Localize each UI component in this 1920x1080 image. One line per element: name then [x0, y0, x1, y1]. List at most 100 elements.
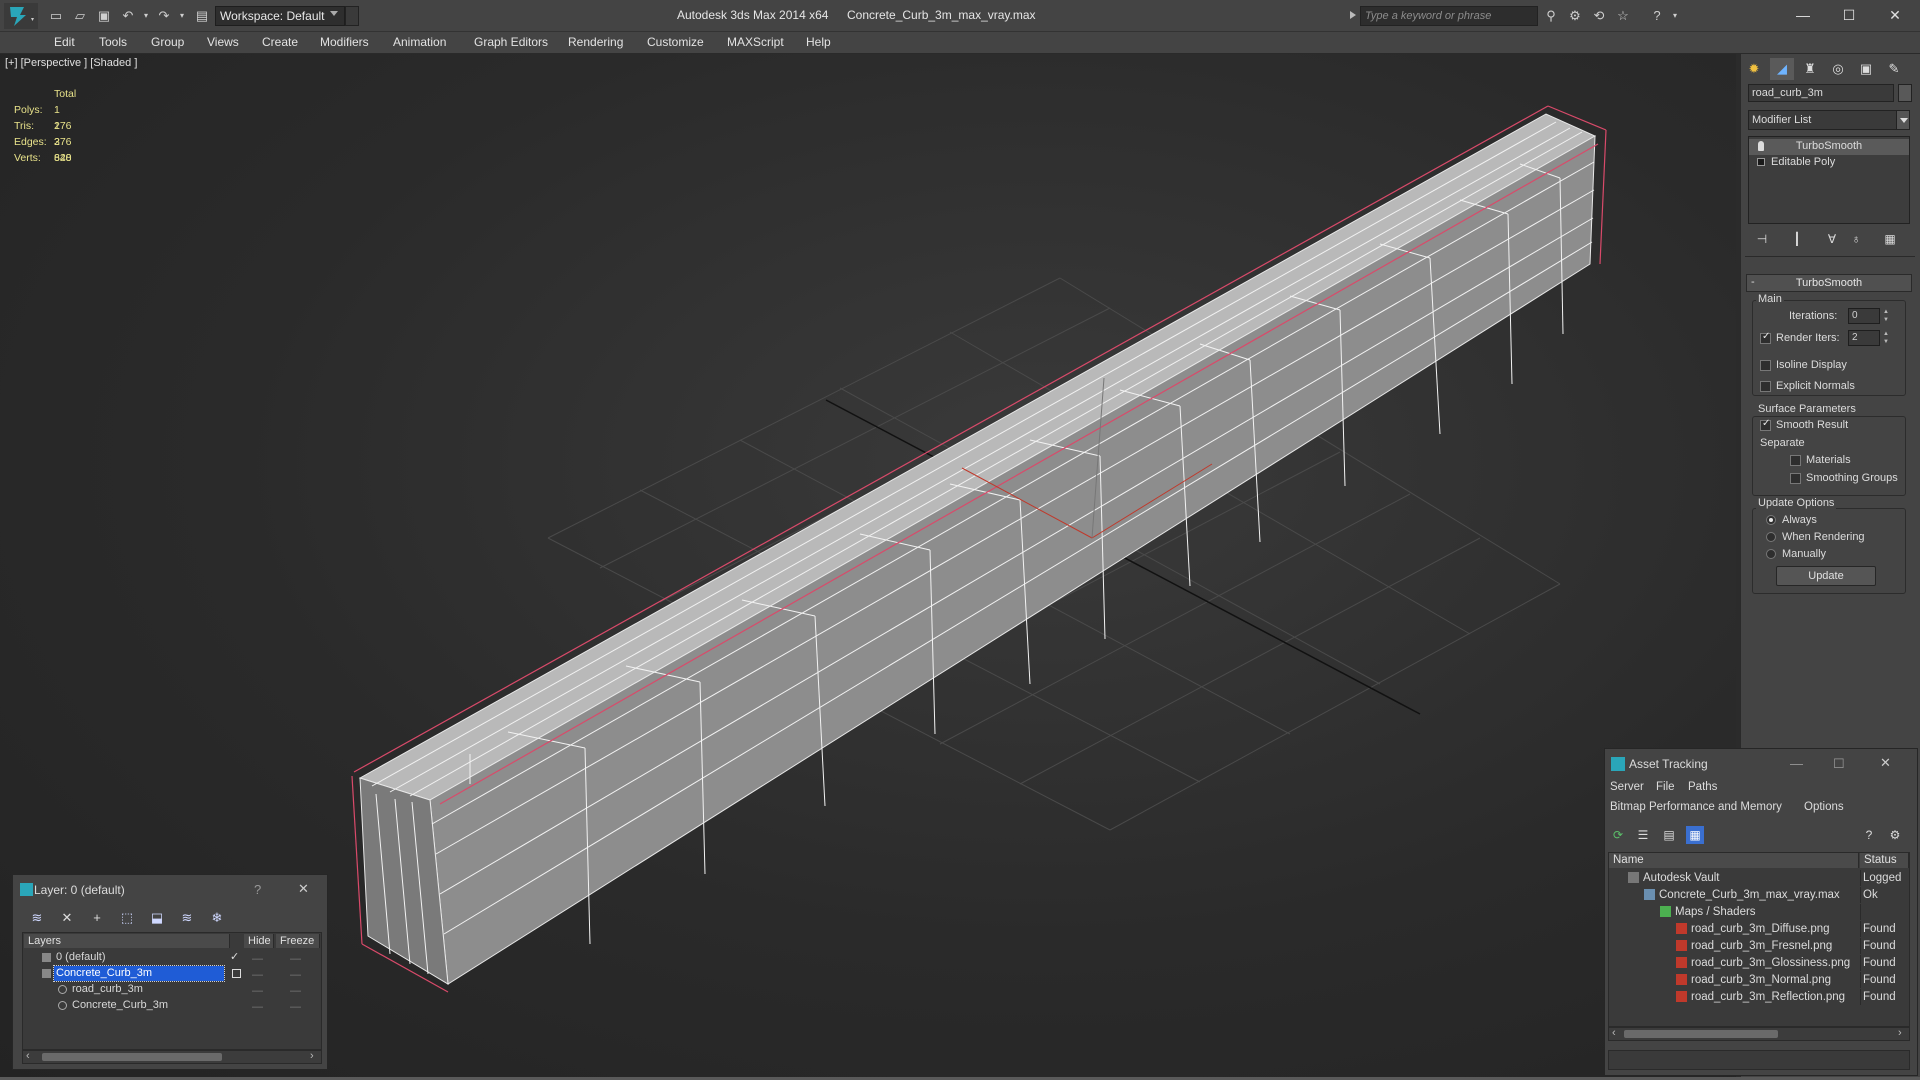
- update-manually-radio[interactable]: [1766, 549, 1776, 559]
- set-current-box[interactable]: [232, 969, 241, 978]
- scroll-left-icon[interactable]: ‹: [1612, 1027, 1616, 1039]
- column-header-name[interactable]: Name: [1609, 853, 1859, 868]
- menu-animation[interactable]: Animation: [393, 35, 446, 49]
- close-icon[interactable]: ✕: [298, 881, 309, 897]
- menu-bitmap-performance[interactable]: Bitmap Performance and Memory: [1610, 801, 1782, 813]
- menu-tools[interactable]: Tools: [99, 35, 127, 49]
- layer-row[interactable]: Concrete_Curb_3m — —: [24, 965, 320, 983]
- help-dropdown-icon[interactable]: ▾: [1666, 7, 1684, 25]
- table-view-icon[interactable]: ▦: [1686, 826, 1704, 844]
- menu-maxscript[interactable]: MAXScript: [727, 35, 784, 49]
- column-header-status[interactable]: Status: [1860, 853, 1909, 868]
- spinner-arrows-icon[interactable]: ▲ ▼: [1882, 330, 1890, 346]
- layer-row[interactable]: road_curb_3m — —: [24, 982, 320, 997]
- asset-row[interactable]: Concrete_Curb_3m_max_vray.max: [1644, 887, 1840, 903]
- menu-create[interactable]: Create: [262, 35, 298, 49]
- redo-dropdown-icon[interactable]: ▾: [174, 8, 190, 24]
- highlight-selected-layer-icon[interactable]: ⬓: [148, 909, 166, 927]
- remove-modifier-icon[interactable]: ♁: [1846, 230, 1866, 248]
- update-when-rendering-radio[interactable]: [1766, 532, 1776, 542]
- minimize-icon[interactable]: —: [1790, 756, 1803, 771]
- menu-edit[interactable]: Edit: [54, 35, 75, 49]
- hide-toggle[interactable]: —: [252, 984, 263, 999]
- configure-sets-icon[interactable]: ▦: [1880, 230, 1900, 248]
- search-tools-icon[interactable]: ⚙: [1566, 7, 1584, 25]
- column-header-hide[interactable]: Hide: [244, 934, 274, 948]
- render-iters-checkbox[interactable]: [1760, 331, 1771, 344]
- hide-toggle[interactable]: —: [252, 952, 263, 967]
- smoothing-groups-checkbox[interactable]: [1790, 473, 1801, 484]
- freeze-toggle[interactable]: —: [290, 952, 301, 967]
- hierarchy-tab-icon[interactable]: ♜: [1798, 58, 1822, 80]
- workspace-dropdown[interactable]: Workspace: Default: [215, 6, 345, 26]
- expand-icon[interactable]: [1757, 158, 1765, 166]
- project-folder-icon[interactable]: ▤: [194, 8, 210, 24]
- smooth-result-checkbox[interactable]: [1760, 418, 1771, 431]
- spinner-arrows-icon[interactable]: ▲ ▼: [1882, 308, 1890, 324]
- asset-row[interactable]: road_curb_3m_Diffuse.png: [1676, 921, 1830, 937]
- close-icon[interactable]: ✕: [1880, 755, 1891, 771]
- asset-row[interactable]: road_curb_3m_Fresnel.png: [1676, 938, 1832, 954]
- modify-tab-icon[interactable]: ◢: [1770, 58, 1794, 80]
- asset-row[interactable]: Autodesk Vault: [1628, 870, 1720, 886]
- column-header-layers[interactable]: Layers: [24, 934, 230, 948]
- delete-layer-icon[interactable]: ✕: [58, 909, 76, 927]
- asset-row[interactable]: Maps / Shaders: [1660, 904, 1756, 920]
- scroll-right-icon[interactable]: ›: [310, 1050, 314, 1062]
- collapse-icon[interactable]: -: [1751, 276, 1755, 288]
- add-to-layer-icon[interactable]: +: [88, 909, 106, 927]
- pin-stack-icon[interactable]: ⊣: [1752, 230, 1772, 248]
- freeze-toggle[interactable]: —: [290, 1000, 301, 1015]
- hide-all-layers-icon[interactable]: ≋: [178, 909, 196, 927]
- active-layer-check-icon[interactable]: ✓: [230, 950, 239, 965]
- layer-row[interactable]: 0 (default) ✓ — —: [24, 950, 320, 965]
- freeze-all-layers-icon[interactable]: ❄: [208, 909, 226, 927]
- explicit-normals-checkbox[interactable]: [1760, 381, 1771, 392]
- freeze-toggle[interactable]: —: [290, 984, 301, 999]
- menu-paths[interactable]: Paths: [1688, 781, 1717, 793]
- display-tab-icon[interactable]: ▣: [1854, 58, 1878, 80]
- curb-mesh[interactable]: [351, 105, 1607, 993]
- utilities-tab-icon[interactable]: ✎: [1882, 58, 1906, 80]
- binoculars-icon[interactable]: ⚲: [1542, 7, 1560, 25]
- undo-icon[interactable]: ↶: [120, 8, 136, 24]
- workspace-menu-button[interactable]: [345, 6, 359, 26]
- lightbulb-icon[interactable]: [1758, 141, 1764, 151]
- search-input[interactable]: Type a keyword or phrase: [1360, 6, 1538, 26]
- close-button[interactable]: ✕: [1872, 2, 1918, 28]
- iterations-spinner[interactable]: 0: [1848, 308, 1880, 324]
- redo-icon[interactable]: ↷: [156, 8, 172, 24]
- menu-file[interactable]: File: [1656, 781, 1675, 793]
- asset-path-field[interactable]: [1608, 1050, 1910, 1070]
- menu-help[interactable]: Help: [806, 35, 831, 49]
- menu-customize[interactable]: Customize: [647, 35, 704, 49]
- help-icon[interactable]: ?: [254, 882, 261, 897]
- object-color-swatch[interactable]: [1898, 84, 1912, 102]
- maximize-button[interactable]: ☐: [1826, 2, 1872, 28]
- update-always-radio[interactable]: [1766, 515, 1776, 525]
- app-logo-icon[interactable]: [4, 3, 38, 29]
- object-name-field[interactable]: road_curb_3m: [1748, 84, 1894, 102]
- detail-view-icon[interactable]: ▤: [1660, 826, 1678, 844]
- menu-rendering[interactable]: Rendering: [568, 35, 623, 49]
- asset-row[interactable]: road_curb_3m_Normal.png: [1676, 972, 1831, 988]
- menu-options[interactable]: Options: [1804, 801, 1844, 813]
- turbosmooth-rollout-header[interactable]: TurboSmooth: [1746, 274, 1912, 292]
- hide-toggle[interactable]: —: [252, 968, 263, 983]
- scroll-right-icon[interactable]: ›: [1898, 1027, 1902, 1039]
- stack-item-editable-poly[interactable]: Editable Poly: [1749, 155, 1909, 171]
- create-tab-icon[interactable]: ✹: [1742, 58, 1766, 80]
- menu-server[interactable]: Server: [1610, 781, 1644, 793]
- column-header-freeze[interactable]: Freeze: [276, 934, 320, 948]
- save-icon[interactable]: ▣: [96, 8, 112, 24]
- menu-views[interactable]: Views: [207, 35, 239, 49]
- modifier-list-dropdown[interactable]: Modifier List: [1748, 110, 1910, 130]
- viewport-label[interactable]: [+] [Perspective ] [Shaded ]: [5, 57, 137, 69]
- search-expand-icon[interactable]: [1350, 11, 1356, 19]
- show-end-result-icon[interactable]: ┃: [1787, 230, 1807, 248]
- list-view-icon[interactable]: ☰: [1634, 826, 1652, 844]
- motion-tab-icon[interactable]: ◎: [1826, 58, 1850, 80]
- hide-toggle[interactable]: —: [252, 1000, 263, 1015]
- chevron-down-icon[interactable]: [1896, 110, 1910, 130]
- undo-dropdown-icon[interactable]: ▾: [138, 8, 154, 24]
